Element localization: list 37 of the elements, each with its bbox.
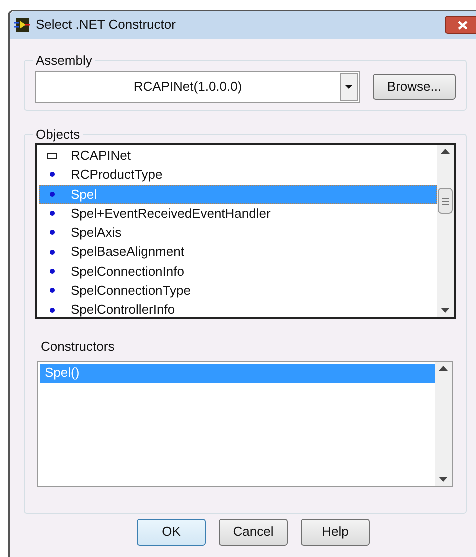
dot-icon	[50, 172, 54, 178]
list-item[interactable]: SpelConnectionInfo	[39, 262, 437, 282]
dot-icon	[50, 288, 54, 294]
group-label: Objects	[35, 126, 82, 144]
browse-button[interactable]: Browse...	[373, 74, 456, 100]
list-item[interactable]: Spel+EventReceivedEventHandler	[39, 204, 437, 224]
caret-icon	[345, 84, 353, 88]
dot-icon	[50, 268, 54, 274]
close-button[interactable]	[445, 16, 476, 34]
assembly-dropdown[interactable]: RCAPINet(1.0.0.0)	[35, 70, 360, 102]
namespace-icon	[47, 152, 57, 159]
scroll-thumb[interactable]	[438, 188, 453, 214]
window-title: Select .NET Constructor	[36, 16, 177, 34]
dialog-button[interactable]: Help	[301, 518, 370, 546]
dot-icon	[50, 192, 54, 197]
dot-icon	[50, 211, 54, 216]
scroll-up-icon[interactable]	[439, 366, 448, 370]
dot-icon	[50, 308, 54, 313]
list-item[interactable]: SpelControllerInfo	[39, 300, 437, 317]
group-label: Assembly	[35, 52, 94, 70]
dialog-button[interactable]: Cancel	[219, 518, 288, 546]
scroll-down-icon[interactable]	[439, 476, 448, 482]
group-label: Constructors	[41, 338, 116, 356]
scrollbar[interactable]	[435, 362, 452, 486]
dialog-button[interactable]: OK	[137, 518, 206, 546]
list-item[interactable]: SpelBaseAlignment	[39, 242, 437, 262]
close-icon	[458, 20, 468, 30]
app-icon	[14, 17, 30, 33]
dot-icon	[50, 250, 54, 255]
list-item[interactable]: RCAPINet	[39, 146, 437, 166]
list-item[interactable]: SpelConnectionType	[39, 281, 437, 300]
dot-icon	[50, 230, 54, 236]
scroll-down-icon[interactable]	[441, 308, 450, 313]
list-item[interactable]: RCProductType	[39, 165, 437, 185]
scrollbar[interactable]	[437, 145, 454, 317]
list-item[interactable]: SpelAxis	[39, 223, 437, 242]
scroll-up-icon[interactable]	[441, 149, 450, 154]
